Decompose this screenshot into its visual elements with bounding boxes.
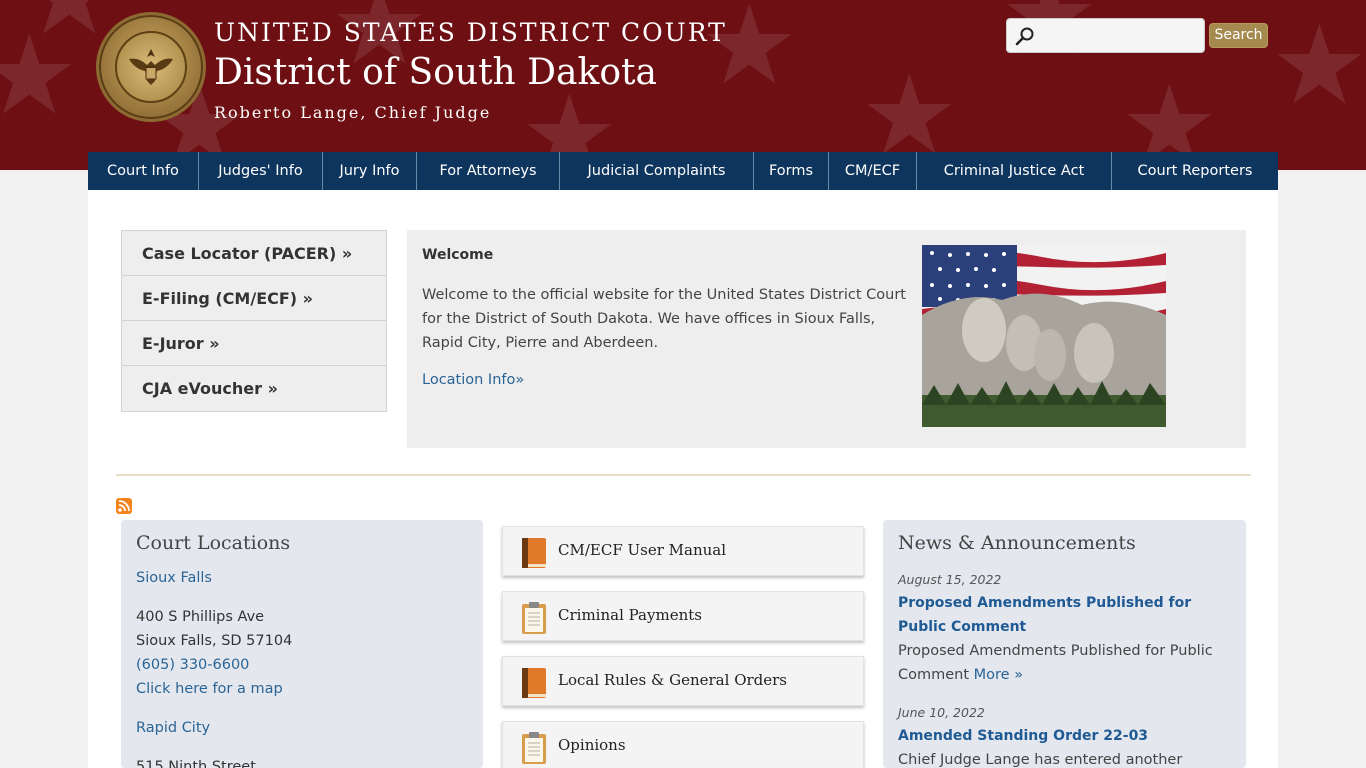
location-info-link[interactable]: Location Info» <box>422 372 524 388</box>
sioux-falls-map-link[interactable]: Click here for a map <box>136 681 283 697</box>
search-button[interactable]: Search <box>1209 23 1268 48</box>
news-heading: News & Announcements <box>898 532 1136 554</box>
news-more-link[interactable]: More » <box>974 667 1023 683</box>
book-icon <box>519 536 549 574</box>
resource-label: CM/ECF User Manual <box>558 541 727 559</box>
rss-feed-icon[interactable] <box>116 498 132 514</box>
resource-label: Opinions <box>558 736 626 754</box>
site-header: ★ ★ ★ ★ ★ ★ ★ ★ ★ ★ UNITED STATES DISTRI… <box>0 0 1366 170</box>
rapid-city-link[interactable]: Rapid City <box>136 720 210 736</box>
news-summary: Proposed Amendments Published for Public… <box>898 639 1228 687</box>
welcome-heading: Welcome <box>422 247 494 263</box>
search-input[interactable] <box>1037 25 1197 47</box>
main-navigation: Court Info Judges' Info Jury Info For At… <box>88 152 1278 190</box>
news-date: June 10, 2022 <box>898 705 985 720</box>
cmecf-user-manual-button[interactable]: CM/ECF User Manual <box>502 526 864 576</box>
clipboard-icon <box>519 601 549 639</box>
resource-label: Local Rules & General Orders <box>558 671 788 689</box>
nav-jury-info[interactable]: Jury Info <box>323 152 417 190</box>
sioux-falls-address2: Sioux Falls, SD 57104 <box>136 633 293 649</box>
nav-forms[interactable]: Forms <box>754 152 829 190</box>
search-icon <box>1015 26 1035 50</box>
quick-link-ejuror[interactable]: E-Juror » <box>122 321 386 366</box>
welcome-text: Welcome to the official website for the … <box>422 287 906 351</box>
quick-link-efiling[interactable]: E-Filing (CM/ECF) » <box>122 276 386 321</box>
news-summary: Chief Judge Lange has entered another <box>898 752 1183 768</box>
local-rules-button[interactable]: Local Rules & General Orders <box>502 656 864 706</box>
quick-links-panel: Case Locator (PACER) » E-Filing (CM/ECF)… <box>121 230 387 412</box>
nav-judges-info[interactable]: Judges' Info <box>199 152 323 190</box>
section-divider <box>116 474 1251 476</box>
sioux-falls-link[interactable]: Sioux Falls <box>136 570 212 586</box>
chief-judge: Roberto Lange, Chief Judge <box>214 103 492 122</box>
court-locations-heading: Court Locations <box>136 532 291 554</box>
quick-link-cja-evoucher[interactable]: CJA eVoucher » <box>122 366 386 411</box>
search-field-container[interactable] <box>1006 18 1205 53</box>
news-title-link[interactable]: Proposed Amendments Published for Public… <box>898 591 1228 639</box>
decorative-star: ★ <box>700 0 799 109</box>
court-seal-logo[interactable] <box>96 12 206 122</box>
welcome-panel: Welcome Welcome to the official website … <box>407 230 1246 448</box>
sioux-falls-phone[interactable]: (605) 330-6600 <box>136 657 249 673</box>
news-title-link[interactable]: Amended Standing Order 22-03 <box>898 724 1228 748</box>
nav-cmecf[interactable]: CM/ECF <box>829 152 917 190</box>
sioux-falls-address1: 400 S Phillips Ave <box>136 609 265 625</box>
nav-for-attorneys[interactable]: For Attorneys <box>417 152 560 190</box>
book-icon <box>519 666 549 704</box>
decorative-star: ★ <box>1270 1 1366 129</box>
news-panel: News & Announcements August 15, 2022 Pro… <box>883 520 1246 768</box>
resource-label: Criminal Payments <box>558 606 702 624</box>
nav-court-info[interactable]: Court Info <box>88 152 199 190</box>
nav-judicial-complaints[interactable]: Judicial Complaints <box>560 152 754 190</box>
opinions-button[interactable]: Opinions <box>502 721 864 768</box>
criminal-payments-button[interactable]: Criminal Payments <box>502 591 864 641</box>
news-date: August 15, 2022 <box>898 572 1002 587</box>
nav-court-reporters[interactable]: Court Reporters <box>1112 152 1278 190</box>
court-locations-panel: Court Locations Sioux Falls 400 S Philli… <box>121 520 483 768</box>
clipboard-icon <box>519 731 549 768</box>
rapid-city-address1: 515 Ninth Street <box>136 759 256 768</box>
nav-criminal-justice-act[interactable]: Criminal Justice Act <box>917 152 1112 190</box>
mount-rushmore-flag-image <box>922 245 1166 427</box>
quick-link-case-locator[interactable]: Case Locator (PACER) » <box>122 231 386 276</box>
news-summary-text: Proposed Amendments Published for Public… <box>898 643 1213 683</box>
eagle-icon <box>99 15 203 119</box>
district-name[interactable]: District of South Dakota <box>214 52 657 93</box>
court-name-line: UNITED STATES DISTRICT COURT <box>214 18 727 47</box>
